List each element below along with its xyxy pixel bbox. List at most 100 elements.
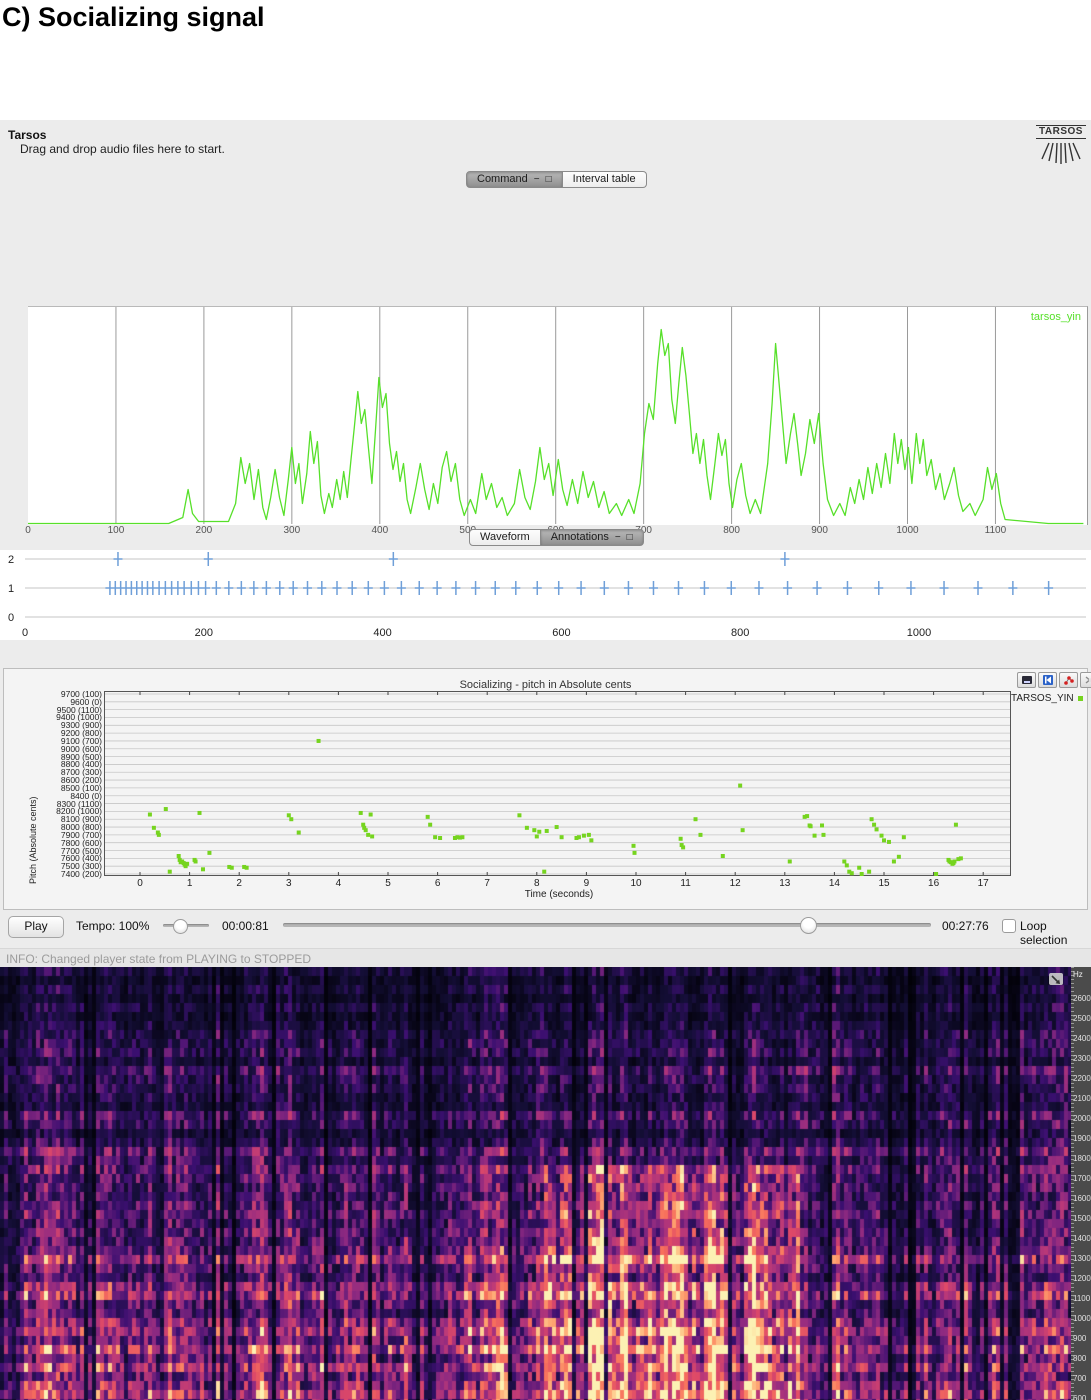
drop-hint-text: Drag and drop audio files here to start.	[20, 142, 225, 156]
annotations-legend-label: TARSOS_YIN	[1011, 693, 1074, 704]
pitch-x-tick-label: 0	[13, 525, 43, 536]
tab-waveform[interactable]: Waveform	[469, 529, 541, 546]
annotations-x-tick-label: 9	[578, 878, 594, 889]
frequency-tick-label: 1300	[1073, 1254, 1091, 1263]
svg-text:0: 0	[8, 612, 14, 624]
frequency-tick-label: 1200	[1073, 1274, 1091, 1283]
maximize-icon[interactable]: □	[627, 533, 633, 543]
annotations-x-tick-label: 15	[876, 878, 892, 889]
svg-text:200: 200	[195, 627, 213, 639]
frequency-axis-unit: Hz	[1073, 970, 1091, 979]
play-button[interactable]: Play	[8, 916, 64, 938]
tarsos-logo: TARSOS	[1036, 125, 1086, 169]
spectrogram-canvas[interactable]	[0, 967, 1071, 1400]
tab-command[interactable]: Command − □	[466, 171, 563, 188]
frequency-tick-label: 2300	[1073, 1054, 1091, 1063]
svg-text:0: 0	[22, 627, 28, 639]
minimize-icon[interactable]: −	[615, 533, 621, 543]
legend-swatch-icon	[1078, 696, 1083, 701]
minimize-icon[interactable]: −	[534, 175, 540, 185]
tab-annotations[interactable]: Annotations − □	[541, 529, 644, 546]
frequency-tick-label: 1900	[1073, 1134, 1091, 1143]
page-title: C) Socializing signal	[2, 2, 265, 33]
annotations-x-tick-label: 4	[330, 878, 346, 889]
pitch-x-tick-label: 900	[805, 525, 835, 536]
annotations-x-tick-label: 16	[926, 878, 942, 889]
frequency-tick-label: 800	[1073, 1354, 1091, 1363]
frequency-tick-label: 1500	[1073, 1214, 1091, 1223]
svg-text:800: 800	[731, 627, 749, 639]
tarsos-screen: C) Socializing signal Tarsos Drag and dr…	[0, 0, 1091, 1400]
frequency-tick-label: 1400	[1073, 1234, 1091, 1243]
frequency-tick-label: 2000	[1073, 1114, 1091, 1123]
skip-back-icon[interactable]	[1038, 672, 1057, 688]
frequency-axis: Hz 2600250024002300220021002000190018001…	[1071, 967, 1091, 1400]
annotations-x-tick-label: 13	[777, 878, 793, 889]
current-time: 00:00:81	[222, 919, 269, 933]
annotations-x-tick-label: 7	[479, 878, 495, 889]
spectrogram-section: Hz 2600250024002300220021002000190018001…	[0, 967, 1091, 1400]
annotations-x-tick-label: 10	[628, 878, 644, 889]
annotations-x-tick-label: 14	[826, 878, 842, 889]
annotation-layer-icon[interactable]	[1059, 672, 1078, 688]
info-bar: INFO: Changed player state from PLAYING …	[0, 948, 1091, 968]
annotations-panel: Socializing - pitch in Absolute cents TA…	[3, 668, 1088, 910]
annotations-x-tick-label: 1	[182, 878, 198, 889]
annotations-x-tick-label: 5	[380, 878, 396, 889]
annotations-x-tick-label: 0	[132, 878, 148, 889]
pitch-x-tick-label: 100	[101, 525, 131, 536]
annotations-plot-area[interactable]	[104, 691, 1011, 876]
command-pitch-panel[interactable]: tarsos_yin	[28, 306, 1088, 525]
tab-interval-table[interactable]: Interval table	[563, 171, 647, 188]
loop-selection-label: Loop selection	[1020, 919, 1091, 947]
tab-waveform-label: Waveform	[480, 530, 530, 545]
expand-icon[interactable]	[1080, 672, 1091, 688]
seek-slider-knob[interactable]	[800, 917, 817, 934]
pitch-x-tick-label: 800	[717, 525, 747, 536]
tarsos-logo-text: TARSOS	[1036, 125, 1086, 139]
loop-selection-checkbox[interactable]	[1002, 919, 1016, 933]
annotations-tabgroup: Waveform Annotations − □	[469, 529, 644, 546]
annotations-x-tick-label: 3	[281, 878, 297, 889]
annotations-x-tick-label: 6	[430, 878, 446, 889]
resize-cursor-icon	[1049, 973, 1063, 985]
maximize-icon[interactable]: □	[546, 175, 552, 185]
app-name: Tarsos	[8, 128, 46, 142]
annotations-toolbar	[1017, 672, 1091, 688]
frequency-tick-label: 2600	[1073, 994, 1091, 1003]
total-time: 00:27:76	[942, 919, 989, 933]
tempo-label: Tempo: 100%	[76, 919, 149, 933]
annotations-x-tick-label: 2	[231, 878, 247, 889]
annotations-y-tick-label: 7400 (200)	[61, 870, 102, 878]
tempo-slider-knob[interactable]	[173, 919, 188, 934]
frequency-tick-label: 2400	[1073, 1034, 1091, 1043]
export-icon[interactable]	[1017, 672, 1036, 688]
frequency-tick-label: 2500	[1073, 1014, 1091, 1023]
frequency-tick-label: 1100	[1073, 1294, 1091, 1303]
pitch-x-tick-label: 1100	[980, 525, 1010, 536]
svg-text:1: 1	[8, 583, 14, 595]
frequency-tick-label: 1000	[1073, 1314, 1091, 1323]
svg-text:2: 2	[8, 554, 14, 566]
tarsos-app-window: Tarsos Drag and drop audio files here to…	[0, 120, 1091, 1400]
frequency-tick-label: 1700	[1073, 1174, 1091, 1183]
pitch-legend: tarsos_yin	[1031, 311, 1081, 323]
pitch-x-tick-label: 300	[277, 525, 307, 536]
marker-timeline-panel[interactable]: 21002004006008001000	[0, 550, 1091, 640]
frequency-tick-label: 900	[1073, 1334, 1091, 1343]
seek-slider[interactable]	[283, 923, 931, 927]
frequency-tick-label: 1600	[1073, 1194, 1091, 1203]
pitch-x-tick-label: 1000	[893, 525, 923, 536]
annotations-y-axis: 9700 (100)9600 (0)9500 (1100)9400 (1000)…	[4, 691, 102, 881]
command-pitch-chart	[28, 307, 1087, 525]
tarsos-logo-rays-icon	[1036, 139, 1086, 167]
frequency-tick-label: 2200	[1073, 1074, 1091, 1083]
svg-text:1000: 1000	[907, 627, 931, 639]
pitch-x-tick-label: 200	[189, 525, 219, 536]
info-bar-text: INFO: Changed player state from PLAYING …	[6, 952, 311, 966]
annotations-x-tick-label: 17	[975, 878, 991, 889]
svg-text:600: 600	[552, 627, 570, 639]
tab-command-label: Command	[477, 172, 528, 187]
annotations-x-tick-label: 12	[727, 878, 743, 889]
tab-annotations-label: Annotations	[551, 530, 609, 545]
